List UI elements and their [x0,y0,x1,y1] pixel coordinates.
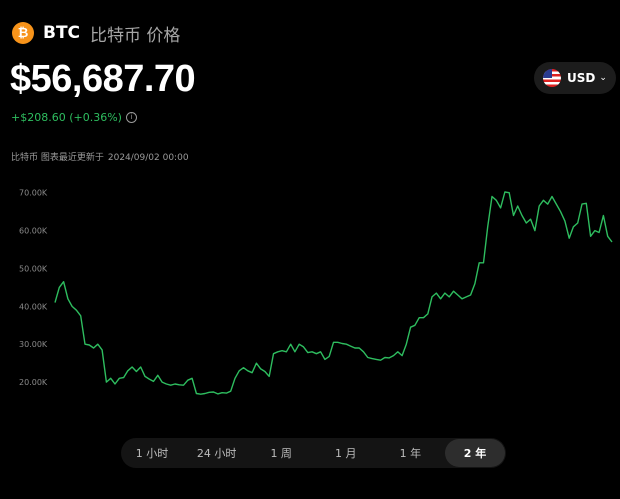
coin-symbol: BTC [43,23,81,43]
updated-prefix: 比特币 图表最近更新于 [11,153,104,163]
price-change: +$208.60 (+0.36%) i [11,111,137,124]
range-tab-1y[interactable]: 1 年 [380,439,440,467]
current-price: $56,687.70 [10,58,196,100]
currency-selector[interactable]: USD ⌄ [534,62,616,94]
range-tab-24h[interactable]: 24 小时 [187,439,247,467]
price-series-line [54,191,613,395]
range-tab-2y[interactable]: 2 年 [444,439,505,467]
price-change-value: +$208.60 (+0.36%) [11,111,122,124]
chevron-down-icon: ⌄ [599,73,607,83]
y-tick-label: 70.00K [19,189,48,198]
y-tick-label: 30.00K [19,340,48,349]
info-icon[interactable]: i [125,112,137,123]
range-tab-1h[interactable]: 1 小时 [122,439,182,467]
y-tick-label: 50.00K [19,264,48,273]
chart-updated-note: 比特币 图表最近更新于 2024/09/02 00:00 [11,150,189,163]
us-flag-icon [543,69,562,87]
range-tab-1m[interactable]: 1 月 [316,439,376,467]
y-tick-label: 20.00K [19,378,48,387]
time-range-selector: 1 小时 24 小时 1 周 1 月 1 年 2 年 [121,438,506,468]
price-chart[interactable]: 20.00K 30.00K 40.00K 50.00K 60.00K 70.00K [0,170,620,420]
coin-header: ₿ BTC 比特币 价格 [12,20,180,46]
currency-label: USD [567,71,596,85]
updated-time: 2024/09/02 00:00 [107,153,189,163]
bitcoin-icon: ₿ [12,22,34,44]
y-tick-label: 60.00K [19,227,48,236]
range-tab-1w[interactable]: 1 周 [251,439,311,467]
coin-name: 比特币 价格 [90,25,181,46]
y-tick-label: 40.00K [19,302,48,311]
